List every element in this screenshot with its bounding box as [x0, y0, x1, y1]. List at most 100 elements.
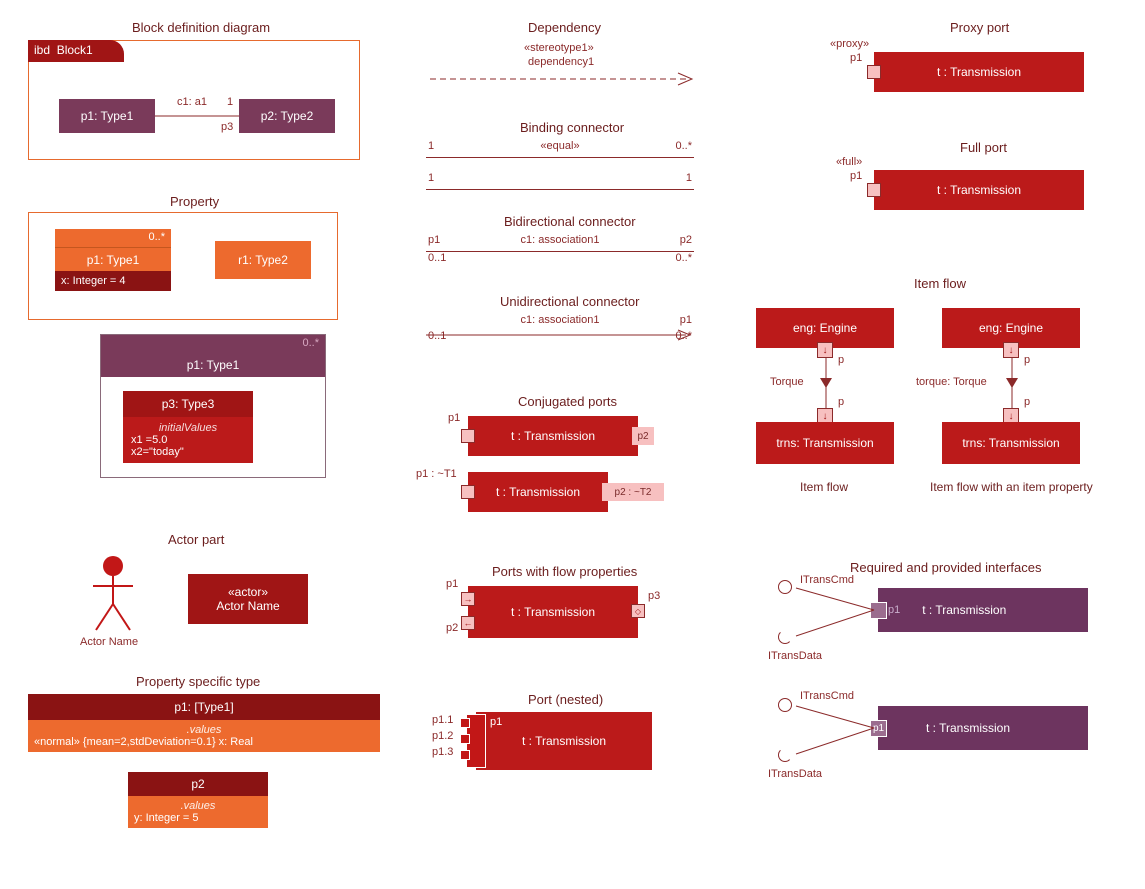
- if2-cap: Item flow with an item property: [930, 480, 1093, 494]
- pst-p1: p1: [Type1]: [28, 694, 380, 720]
- proxy-title: Proxy port: [950, 20, 1009, 35]
- flow-triangle-icon: [1004, 376, 1020, 392]
- iface1-cmd: ITransCmd: [800, 574, 854, 586]
- full-stereo: «full»: [836, 156, 862, 168]
- conj-p1b-port: [461, 485, 475, 499]
- pst-values2: .values: [134, 800, 262, 812]
- bind-title: Binding connector: [520, 120, 624, 135]
- prop-title: Property: [170, 194, 219, 209]
- bind-tl: 1: [428, 140, 434, 152]
- bind-block: 1 «equal» 0..* 1 1: [426, 140, 694, 190]
- nested-p1-label: p1: [490, 716, 502, 728]
- iface2-cmd: ITransCmd: [800, 690, 854, 702]
- iface2-lines: [782, 702, 874, 762]
- pst-values: .values: [34, 724, 374, 736]
- pst-p2: p2: [128, 772, 268, 796]
- bdd-m1: 1: [227, 96, 233, 108]
- conj-p1b: p1 : ~T1: [416, 468, 457, 480]
- flowport-p2: ←: [461, 616, 475, 630]
- actor-title: Actor part: [168, 532, 224, 547]
- prop-nested-p1: p1: Type1: [101, 353, 325, 377]
- iface-title: Required and provided interfaces: [850, 560, 1042, 575]
- flowport-p1-label: p1: [446, 578, 458, 590]
- actor-box-name: Actor Name: [216, 599, 279, 613]
- if2-pbot: p: [1024, 396, 1030, 408]
- prop-nested: 0..* p1: Type1 p3: Type3 initialValues x…: [100, 334, 326, 478]
- prop-p1-mult: 0..*: [55, 229, 171, 247]
- circle-icon: [778, 698, 792, 712]
- dep-name: dependency1: [528, 56, 594, 68]
- dep-stereo: «stereotype1»: [524, 42, 594, 54]
- pst-y: y: Integer = 5: [134, 812, 262, 824]
- conj-box1: t : Transmission: [468, 416, 638, 456]
- prop-nested-mult: 0..*: [101, 335, 325, 353]
- if1-port-top: ↓: [817, 342, 833, 358]
- nested-p13-label: p1.3: [432, 746, 453, 758]
- prop-p1: 0..* p1: Type1 x: Integer = 4: [55, 229, 171, 291]
- dep-arrow-icon: [430, 72, 700, 86]
- bind-eq: «equal»: [540, 140, 579, 152]
- bidir-tr: p2: [680, 234, 692, 246]
- flowport-p1: →: [461, 592, 475, 606]
- conj-p1-port: [461, 429, 475, 443]
- if1-trns: trns: Transmission: [756, 422, 894, 464]
- uni-bl: 0..1: [428, 330, 446, 342]
- prop-p1-name: p1: Type1: [55, 247, 171, 271]
- bidir-block: p1 c1: association1 p2 0..1 0..*: [426, 234, 694, 268]
- iface1-box: p1 t : Transmission: [878, 588, 1088, 632]
- nested-title: Port (nested): [528, 692, 603, 707]
- conj-box2: t : Transmission: [468, 472, 608, 512]
- full-p: p1: [850, 170, 862, 182]
- conj-p1: p1: [448, 412, 460, 424]
- uni-conn: c1: association1: [521, 314, 600, 326]
- iface2-box: t : Transmission: [878, 706, 1088, 750]
- pst-p1-block: p1: [Type1] .values «normal» {mean=2,std…: [28, 694, 380, 752]
- full-title: Full port: [960, 140, 1007, 155]
- bidir-br: 0..*: [675, 252, 692, 264]
- bdd-conn: c1: a1: [177, 96, 207, 108]
- actor-stereo: «actor»: [228, 585, 268, 599]
- flowport-p3-label: p3: [648, 590, 660, 602]
- conj-p2b: p2 : ~T2: [602, 483, 664, 501]
- nested-p13: [460, 750, 470, 760]
- bidir-conn: c1: association1: [521, 234, 600, 246]
- if2-ptop: p: [1024, 354, 1030, 366]
- proxy-p: p1: [850, 52, 862, 64]
- iface1-lines: [782, 584, 874, 644]
- iface1-txt: t : Transmission: [922, 603, 1006, 617]
- bidir-tl: p1: [428, 234, 440, 246]
- itemflow-title: Item flow: [914, 276, 966, 291]
- nested-p11-label: p1.1: [432, 714, 453, 726]
- flowport-p2-label: p2: [446, 622, 458, 634]
- conj-title: Conjugated ports: [518, 394, 617, 409]
- bdd-p2: p2: Type2: [239, 99, 335, 133]
- nested-p12: [460, 734, 470, 744]
- prop-nested-p3: p3: Type3: [123, 391, 253, 417]
- circle-icon: [778, 580, 792, 594]
- iv-x2: x2="today": [131, 446, 245, 458]
- pst-p2-block: p2 .values y: Integer = 5: [128, 772, 268, 828]
- block-name: Block1: [57, 43, 93, 57]
- if1-pbot: p: [838, 396, 844, 408]
- actor-name-label: Actor Name: [80, 636, 138, 648]
- if2-trns: trns: Transmission: [942, 422, 1080, 464]
- bind-tr: 0..*: [675, 140, 692, 152]
- iface2-txt: t : Transmission: [926, 721, 1010, 735]
- bdd-title: Block definition diagram: [132, 20, 270, 35]
- iv-x1: x1 =5.0: [131, 434, 245, 446]
- dep-title: Dependency: [528, 20, 601, 35]
- bind-br: 1: [686, 172, 692, 184]
- nested-p12-label: p1.2: [432, 730, 453, 742]
- iface1-p: p1: [888, 604, 900, 616]
- iface1-data: ITransData: [768, 650, 822, 662]
- iface2-data: ITransData: [768, 768, 822, 780]
- bdd-frame: ibd Block1 p1: Type1 p2: Type2 c1: a1 1 …: [28, 40, 360, 160]
- full-box: t : Transmission: [874, 170, 1084, 210]
- pst-expr: «normal» {mean=2,stdDeviation=0.1} x: Re…: [34, 736, 374, 748]
- bdd-p1: p1: Type1: [59, 99, 155, 133]
- bidir-title: Bidirectional connector: [504, 214, 636, 229]
- nested-box: t : Transmission: [476, 712, 652, 770]
- if2-flow: torque: Torque: [916, 376, 987, 388]
- arc-icon: [778, 748, 792, 762]
- pst-title: Property specific type: [136, 674, 260, 689]
